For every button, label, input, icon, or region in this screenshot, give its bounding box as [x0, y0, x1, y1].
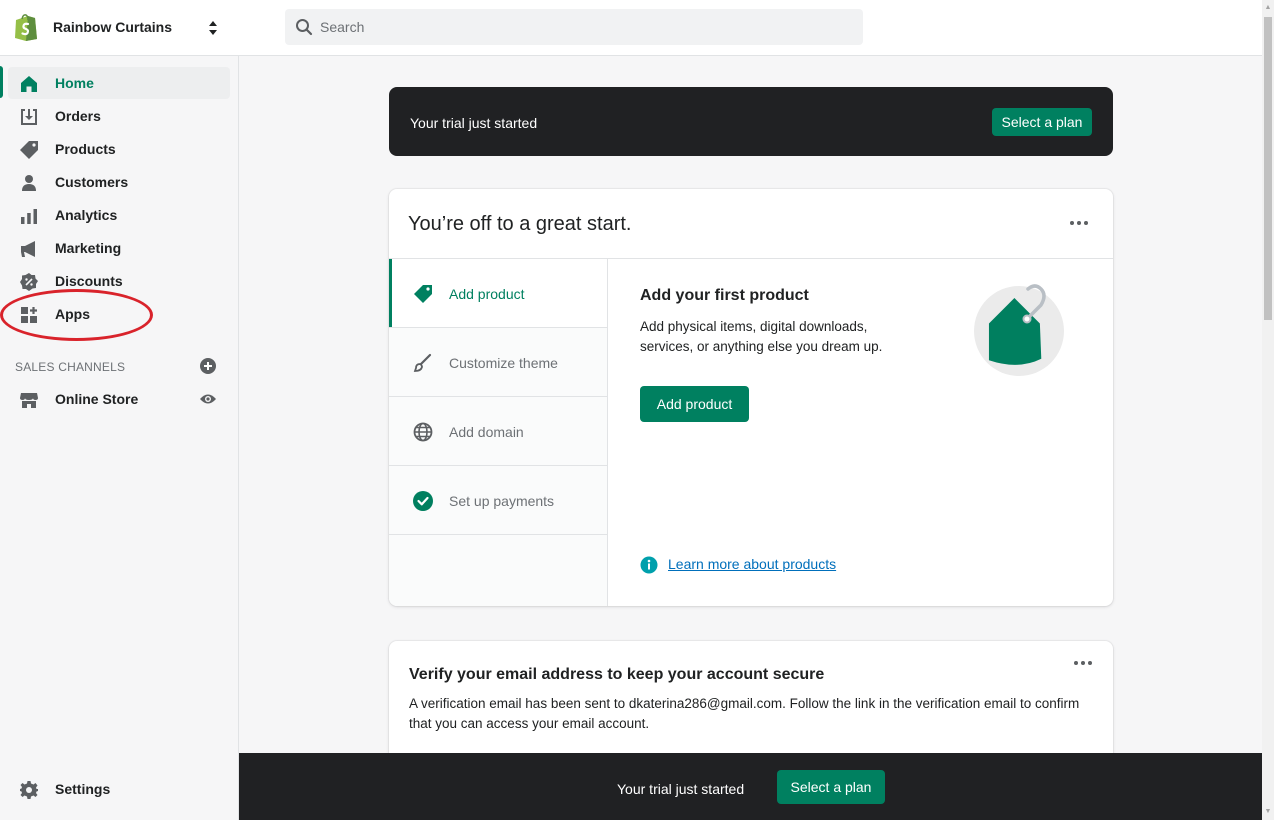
shopify-logo-icon[interactable]	[13, 12, 39, 42]
active-indicator	[0, 66, 3, 98]
bottom-trial-bar: Your trial just started Select a plan	[239, 753, 1262, 820]
store-name[interactable]: Rainbow Curtains	[53, 19, 172, 35]
sidebar-item-discounts[interactable]: Discounts	[8, 265, 230, 297]
setup-card-title: You’re off to a great start.	[408, 213, 632, 235]
step-set-up-payments[interactable]: Set up payments	[389, 466, 607, 535]
sidebar-item-label: Settings	[55, 781, 111, 797]
scroll-down-arrow-icon[interactable]: ▼	[1264, 807, 1272, 817]
sidebar-item-orders[interactable]: Orders	[8, 100, 230, 132]
step-add-product[interactable]: Add product	[389, 259, 607, 328]
step-label: Add domain	[449, 424, 524, 440]
select-plan-button[interactable]: Select a plan	[992, 108, 1092, 136]
home-icon	[21, 76, 37, 92]
info-icon	[640, 556, 658, 574]
verify-email-title: Verify your email address to keep your a…	[409, 666, 825, 683]
sidebar-item-products[interactable]: Products	[8, 133, 230, 165]
tag-icon	[414, 285, 432, 303]
vertical-scrollbar[interactable]: ▲ ▼	[1262, 0, 1274, 820]
search-bar[interactable]	[285, 9, 863, 45]
sidebar-item-label: Apps	[55, 306, 90, 322]
sidebar-item-marketing[interactable]: Marketing	[8, 232, 230, 264]
brush-icon	[413, 353, 432, 372]
sidebar-item-analytics[interactable]: Analytics	[8, 199, 230, 231]
setup-steps: Add product Customize theme Add domain S…	[389, 259, 608, 606]
step-label: Customize theme	[449, 355, 558, 371]
step-detail-title: Add your first product	[640, 287, 809, 304]
sidebar-item-label: Online Store	[55, 391, 139, 407]
setup-guide-card: You’re off to a great start. Add product…	[389, 189, 1113, 606]
sales-channels-title: SALES CHANNELS	[15, 360, 126, 374]
bar-chart-icon	[21, 209, 37, 224]
sidebar-item-label: Orders	[55, 108, 101, 124]
scrollbar-thumb[interactable]	[1264, 17, 1272, 320]
more-options-icon[interactable]	[1073, 659, 1093, 667]
sidebar-item-label: Analytics	[55, 207, 118, 223]
step-add-domain[interactable]: Add domain	[389, 397, 607, 466]
check-circle-icon	[413, 491, 433, 511]
sidebar-item-apps[interactable]: Apps	[8, 298, 230, 330]
sidebar-item-customers[interactable]: Customers	[8, 166, 230, 198]
orders-icon	[21, 109, 37, 125]
step-label: Set up payments	[449, 493, 555, 509]
step-label: Add product	[449, 286, 525, 302]
verify-email-description: A verification email has been sent to dk…	[409, 696, 1080, 731]
eye-icon[interactable]	[200, 391, 216, 407]
learn-more-link[interactable]: Learn more about products	[668, 556, 836, 572]
add-product-button[interactable]: Add product	[640, 386, 749, 422]
scroll-up-arrow-icon[interactable]: ▲	[1264, 3, 1272, 13]
sidebar-item-label: Customers	[55, 174, 129, 190]
main-content: Your trial just started Select a plan Yo…	[239, 56, 1262, 820]
chevron-updown-icon[interactable]	[206, 19, 220, 37]
step-customize-theme[interactable]: Customize theme	[389, 328, 607, 397]
apps-icon	[21, 307, 37, 323]
add-circle-icon[interactable]	[200, 358, 216, 374]
store-icon	[20, 393, 38, 408]
sidebar-item-online-store[interactable]: Online Store	[8, 383, 230, 415]
bottom-trial-text: Your trial just started	[617, 781, 745, 797]
search-icon	[296, 19, 313, 36]
sidebar-item-settings[interactable]: Settings	[8, 773, 230, 805]
sidebar-item-home[interactable]: Home	[8, 67, 230, 99]
trial-banner: Your trial just started Select a plan	[389, 87, 1113, 156]
product-tag-illustration	[974, 284, 1064, 376]
sidebar: Home Orders Products Customers Analytics…	[0, 56, 239, 820]
search-input[interactable]	[320, 9, 850, 45]
step-detail-description: Add physical items, digital downloads, s…	[640, 319, 883, 354]
sidebar-item-label: Marketing	[55, 240, 122, 256]
top-bar: Rainbow Curtains	[0, 0, 1262, 56]
tag-icon	[20, 141, 38, 159]
more-options-icon[interactable]	[1069, 219, 1089, 227]
bottom-select-plan-button[interactable]: Select a plan	[777, 770, 885, 804]
megaphone-icon	[21, 241, 35, 257]
sidebar-item-label: Home	[55, 75, 94, 91]
globe-icon	[413, 422, 433, 442]
gear-icon	[20, 781, 38, 799]
discount-icon	[20, 273, 38, 291]
person-icon	[22, 175, 36, 191]
sidebar-item-label: Products	[55, 141, 116, 157]
sidebar-item-label: Discounts	[55, 273, 123, 289]
trial-banner-text: Your trial just started	[410, 115, 538, 131]
